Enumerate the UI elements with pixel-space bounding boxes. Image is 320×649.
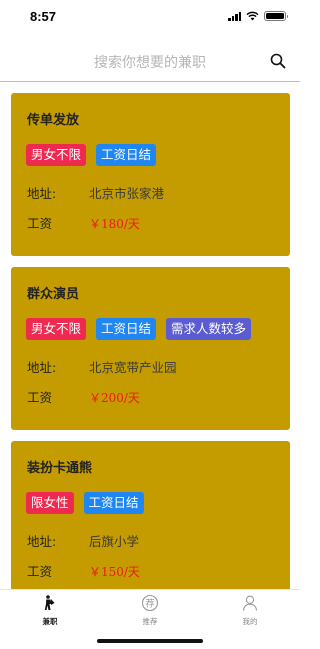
tag-headcount: 需求人数较多 [166, 318, 252, 340]
address-value: 后旗小学 [88, 534, 139, 549]
tab-label: 兼职 [42, 617, 58, 626]
pay-label: 工资 [27, 564, 53, 579]
status-bar: 8:57 [0, 0, 300, 36]
tag-gender: 限女性 [26, 492, 74, 514]
pay-value: ￥150/天 [88, 565, 140, 579]
job-title: 群众演员 [27, 287, 80, 302]
job-pay-row: 工资 ￥150/天 [27, 561, 140, 580]
tag-daily-pay: 工资日结 [83, 492, 144, 514]
job-address-row: 地址: 北京市张家港 [27, 183, 164, 202]
search-icon[interactable] [270, 53, 286, 69]
tab-label: 我的 [242, 617, 258, 626]
job-pay-row: 工资 ￥200/天 [27, 387, 140, 406]
pay-value: ￥180/天 [88, 217, 140, 231]
address-label: 地址: [27, 186, 57, 201]
svg-text:荐: 荐 [145, 599, 154, 610]
pay-value: ￥200/天 [88, 391, 140, 405]
tab-recommend[interactable]: 荐 推荐 [100, 594, 200, 627]
tag-daily-pay: 工资日结 [96, 318, 157, 340]
tab-part-time[interactable]: 兼职 [0, 594, 100, 627]
tag-daily-pay: 工资日结 [96, 144, 157, 166]
search-input[interactable]: 搜索你想要的兼职 [0, 52, 300, 72]
address-value: 北京市张家港 [88, 186, 164, 201]
job-card[interactable]: 群众演员 男女不限 工资日结 需求人数较多 地址: 北京宽带产业园 工资 ￥20… [11, 267, 290, 430]
job-list: 传单发放 男女不限 工资日结 地址: 北京市张家港 工资 ￥180/天 群众演员… [11, 93, 290, 615]
signal-icon [228, 11, 241, 21]
job-tags: 男女不限 工资日结 [26, 144, 157, 166]
home-indicator [97, 639, 203, 643]
job-title: 传单发放 [27, 113, 80, 128]
tag-gender: 男女不限 [26, 318, 87, 340]
recommend-circle-icon: 荐 [141, 594, 159, 612]
job-tags: 男女不限 工资日结 需求人数较多 [26, 318, 252, 340]
job-tags: 限女性 工资日结 [26, 492, 144, 514]
tag-gender: 男女不限 [26, 144, 87, 166]
pay-label: 工资 [27, 390, 53, 405]
job-card[interactable]: 装扮卡通熊 限女性 工资日结 地址: 后旗小学 工资 ￥150/天 [11, 441, 290, 604]
address-label: 地址: [27, 360, 57, 375]
status-icons [228, 11, 288, 21]
wifi-icon [246, 11, 259, 21]
address-value: 北京宽带产业园 [88, 360, 177, 375]
job-pay-row: 工资 ￥180/天 [27, 213, 140, 232]
job-card[interactable]: 传单发放 男女不限 工资日结 地址: 北京市张家港 工资 ￥180/天 [11, 93, 290, 256]
profile-icon [242, 595, 258, 611]
job-address-row: 地址: 后旗小学 [27, 531, 139, 550]
pay-label: 工资 [27, 216, 53, 231]
job-address-row: 地址: 北京宽带产业园 [27, 357, 177, 376]
battery-icon [264, 11, 288, 21]
address-label: 地址: [27, 534, 57, 549]
search-bar[interactable]: 搜索你想要的兼职 [0, 42, 300, 82]
status-time: 8:57 [30, 9, 57, 24]
tab-label: 推荐 [142, 617, 158, 626]
job-title: 装扮卡通熊 [27, 461, 93, 476]
person-flag-icon [44, 595, 55, 610]
tab-mine[interactable]: 我的 [200, 594, 300, 627]
